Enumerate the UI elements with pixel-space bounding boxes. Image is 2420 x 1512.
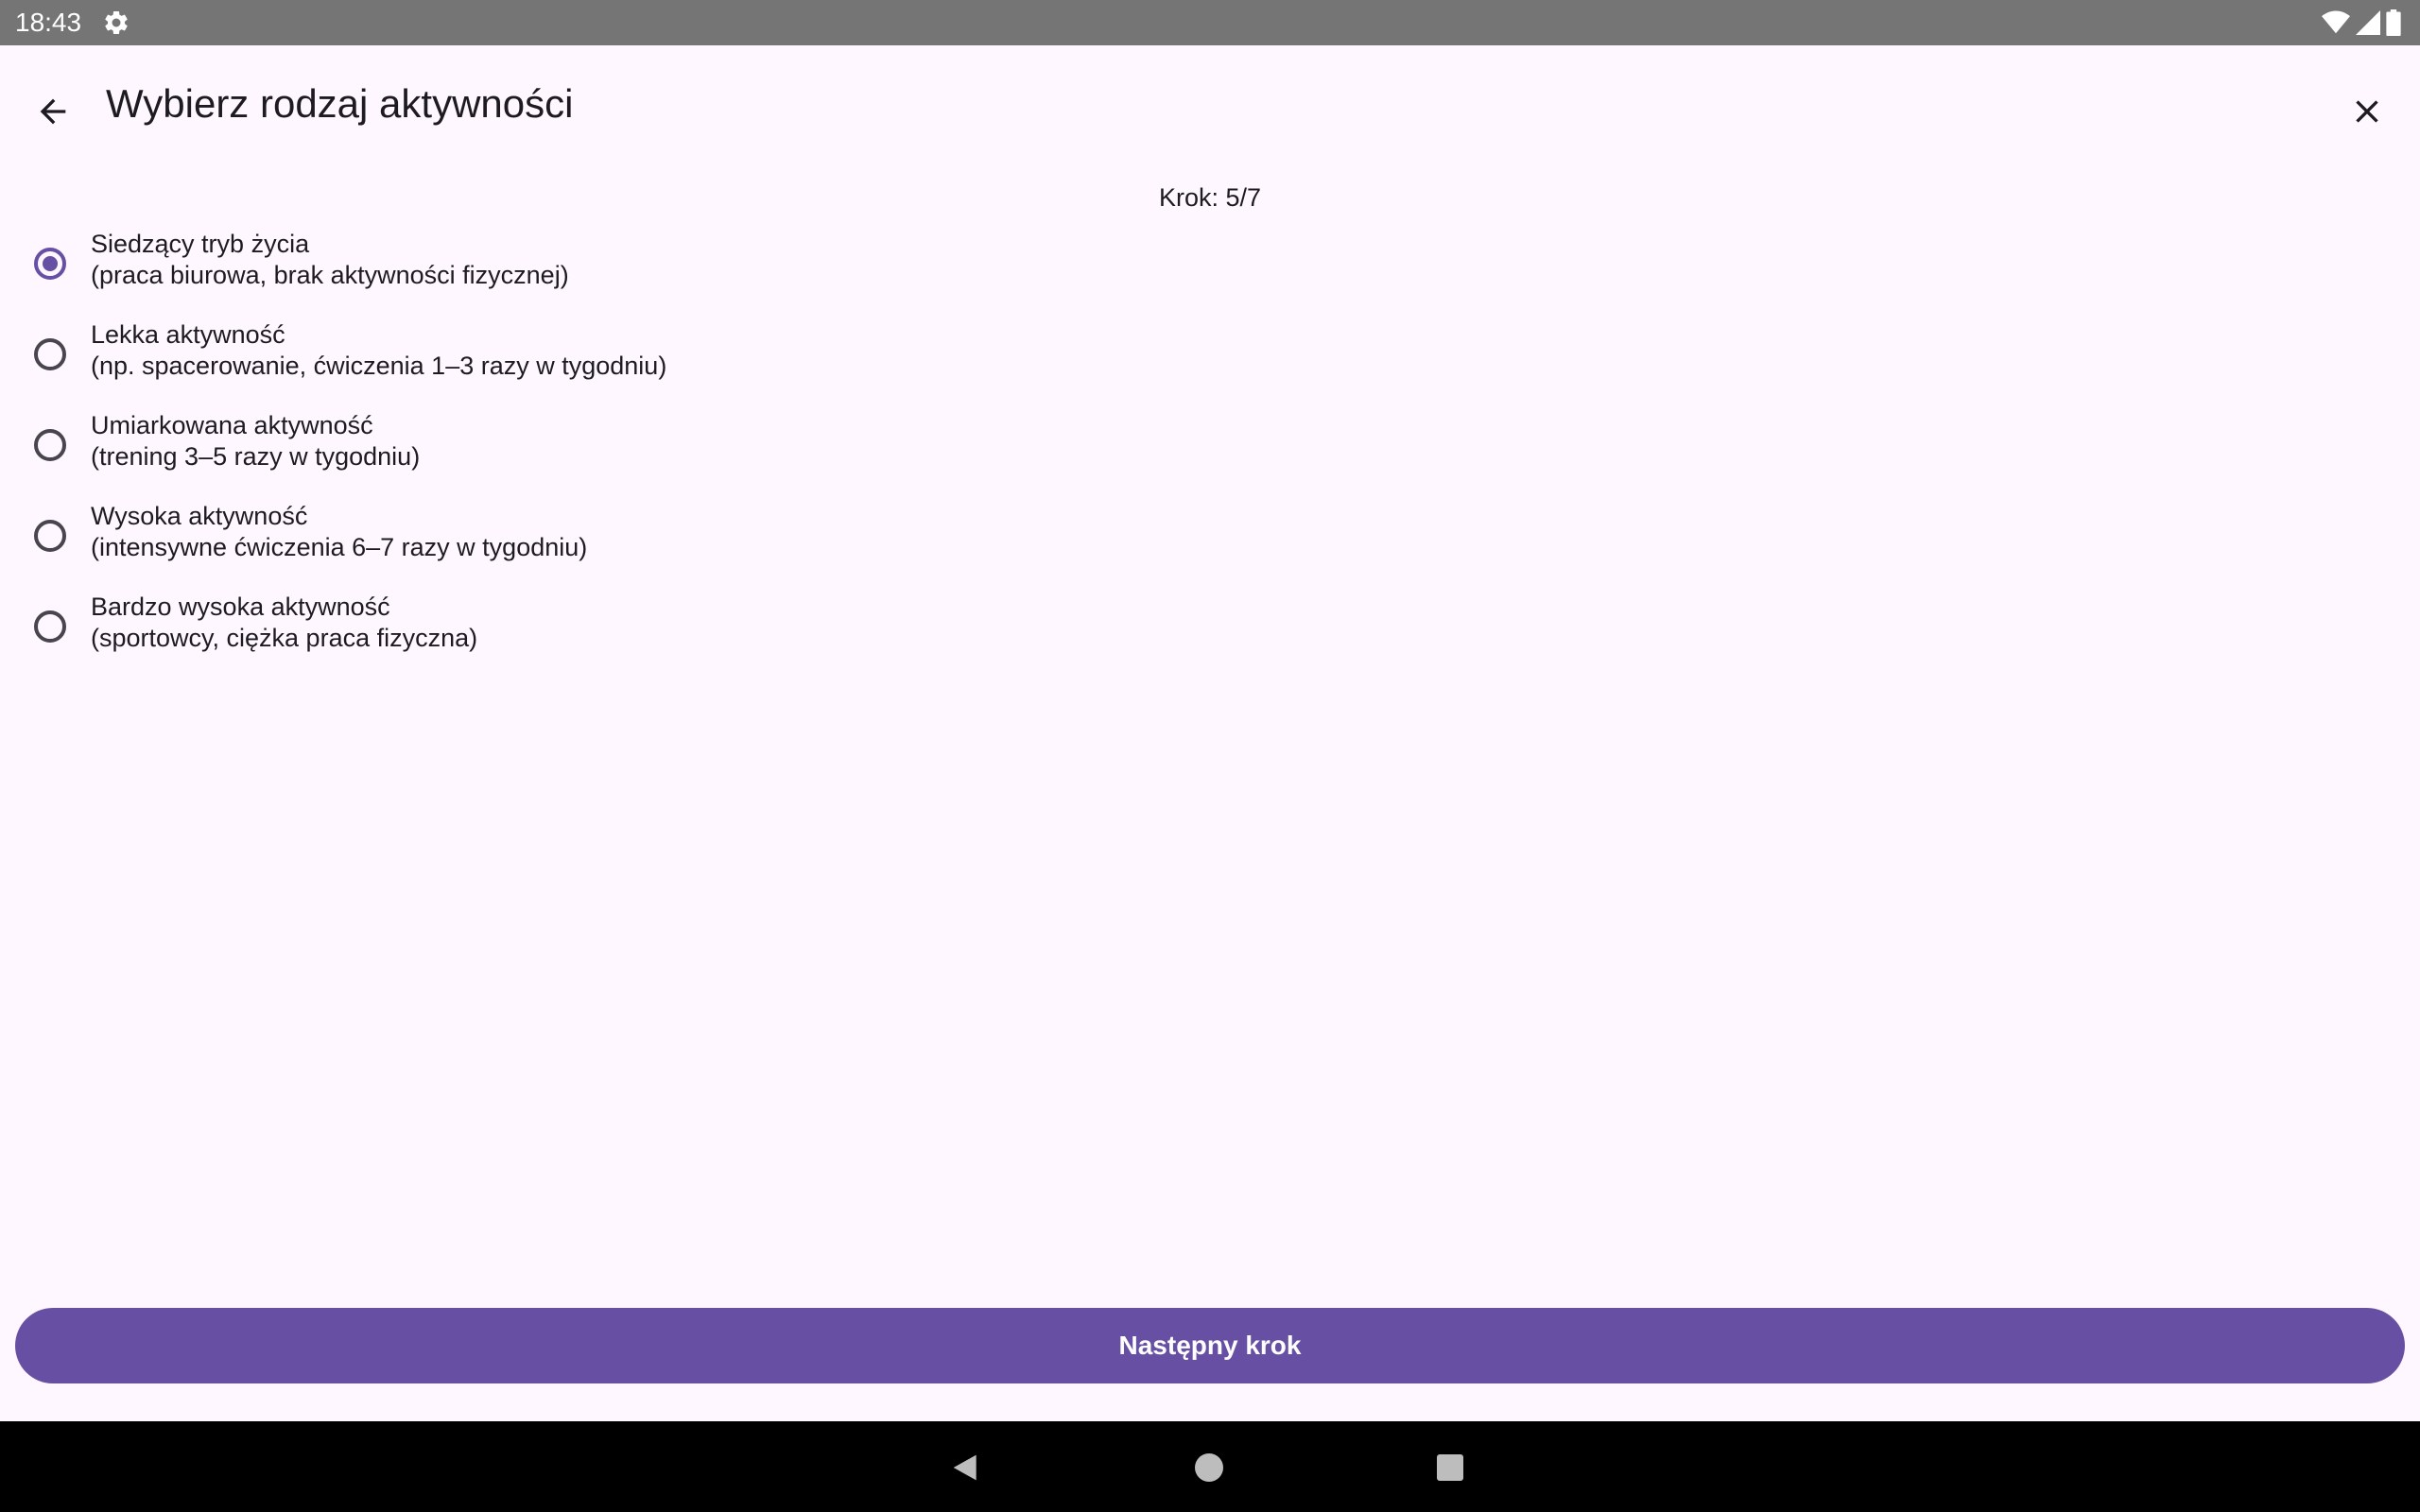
system-navigation-bar	[0, 1421, 2420, 1512]
status-icons	[2322, 9, 2401, 36]
nav-recents-icon[interactable]	[1437, 1454, 1463, 1481]
close-icon	[2348, 93, 2386, 135]
radio-button-selected[interactable]	[34, 248, 66, 280]
option-high[interactable]: Wysoka aktywność (intensywne ćwiczenia 6…	[0, 495, 1134, 586]
nav-back-icon[interactable]	[951, 1452, 981, 1483]
option-subtitle: (praca biurowa, brak aktywności fizyczne…	[91, 261, 569, 289]
top-app-bar: Wybierz rodzaj aktywności	[0, 45, 2420, 166]
option-title: Siedzący tryb życia	[91, 230, 310, 258]
option-light[interactable]: Lekka aktywność (np. spacerowanie, ćwicz…	[0, 314, 1134, 404]
option-title: Wysoka aktywność	[91, 502, 308, 530]
arrow-back-icon	[34, 93, 72, 135]
step-indicator: Krok: 5/7	[1158, 183, 1262, 212]
radio-button[interactable]	[34, 520, 66, 552]
option-label: Wysoka aktywność (intensywne ćwiczenia 6…	[91, 501, 587, 563]
status-bar: 18:43	[0, 0, 2420, 45]
back-button[interactable]	[23, 83, 83, 144]
wifi-icon	[2322, 10, 2350, 35]
signal-icon	[2356, 10, 2380, 35]
option-label: Lekka aktywność (np. spacerowanie, ćwicz…	[91, 319, 666, 382]
option-label: Umiarkowana aktywność (trening 3–5 razy …	[91, 410, 420, 472]
option-subtitle: (trening 3–5 razy w tygodniu)	[91, 442, 421, 471]
option-subtitle: (np. spacerowanie, ćwiczenia 1–3 razy w …	[91, 352, 667, 380]
option-subtitle: (sportowcy, ciężka praca fizyczna)	[91, 624, 478, 652]
option-title: Umiarkowana aktywność	[91, 411, 373, 439]
option-sedentary[interactable]: Siedzący tryb życia (praca biurowa, brak…	[0, 223, 1134, 314]
close-button[interactable]	[2337, 83, 2397, 144]
next-step-button[interactable]: Następny krok	[15, 1308, 2405, 1383]
page-title: Wybierz rodzaj aktywności	[106, 81, 574, 126]
radio-button[interactable]	[34, 338, 66, 370]
settings-icon	[102, 9, 130, 37]
option-subtitle: (intensywne ćwiczenia 6–7 razy w tygodni…	[91, 533, 588, 561]
battery-icon	[2386, 9, 2401, 36]
activity-radio-group: Siedzący tryb życia (praca biurowa, brak…	[0, 223, 1134, 677]
option-label: Siedzący tryb życia (praca biurowa, brak…	[91, 229, 569, 291]
option-title: Lekka aktywność	[91, 320, 285, 349]
nav-home-icon[interactable]	[1195, 1453, 1223, 1482]
status-time: 18:43	[15, 8, 82, 37]
radio-button[interactable]	[34, 610, 66, 643]
radio-button[interactable]	[34, 429, 66, 461]
option-label: Bardzo wysoka aktywność (sportowcy, cięż…	[91, 592, 477, 654]
option-very-high[interactable]: Bardzo wysoka aktywność (sportowcy, cięż…	[0, 586, 1134, 677]
option-moderate[interactable]: Umiarkowana aktywność (trening 3–5 razy …	[0, 404, 1134, 495]
option-title: Bardzo wysoka aktywność	[91, 593, 390, 621]
